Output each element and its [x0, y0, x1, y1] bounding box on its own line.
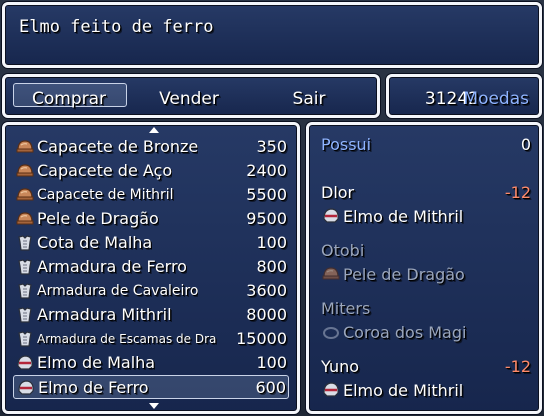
item-name: Armadura de Ferro [37, 257, 187, 276]
actor-name-line: Yuno -12 [321, 355, 531, 379]
actor-name: Dlor [321, 183, 355, 202]
scroll-down-arrow[interactable] [149, 403, 159, 409]
item-name: Cota de Malha [37, 233, 153, 252]
current-equip-line: Elmo de Mithril [321, 205, 531, 229]
possess-label: Possui [321, 135, 372, 154]
command-window: Comprar Vender Sair [2, 74, 380, 118]
item-price: 100 [256, 233, 287, 252]
current-equip-line: Elmo de Mithril [321, 379, 531, 403]
shop-item-row[interactable]: Elmo de Ferro 600 [13, 375, 289, 399]
item-price: 3600 [246, 281, 287, 300]
helm-icon [321, 380, 341, 400]
stat-change: -12 [504, 183, 531, 202]
help-window: Elmo feito de ferro [2, 2, 542, 68]
current-equip-line: Pele de Dragão [321, 263, 531, 287]
armor-icon [15, 281, 35, 301]
buy-command[interactable]: Comprar [13, 87, 125, 111]
actor-name-line: Dlor -12 [321, 181, 531, 205]
item-price: 800 [256, 257, 287, 276]
armor-icon [15, 233, 35, 253]
item-price: 600 [255, 378, 286, 397]
helm-icon [15, 353, 35, 373]
item-name: Pele de Dragão [37, 209, 159, 228]
crown-icon [321, 322, 341, 342]
possess-value: 0 [520, 135, 531, 154]
item-price: 9500 [246, 209, 287, 228]
item-name: Elmo de Malha [37, 353, 156, 372]
item-price: 350 [256, 137, 287, 156]
shop-item-row[interactable]: Pele de Dragão 9500 [13, 207, 289, 231]
item-price: 8000 [246, 305, 287, 324]
helmet-icon [15, 209, 35, 229]
helm-icon [16, 378, 36, 398]
item-price: 2400 [246, 161, 287, 180]
shop-item-row[interactable]: Capacete de Mithril 5500 [13, 183, 289, 207]
help-text: Elmo feito de ferro [19, 17, 214, 37]
helmet-icon [15, 185, 35, 205]
actor-name-line: Otobi [321, 239, 531, 263]
helmet-icon [15, 137, 35, 157]
item-name: Capacete de Bronze [37, 137, 199, 156]
item-name: Armadura de Cavaleiro [37, 283, 199, 299]
current-equip-name: Elmo de Mithril [343, 207, 464, 226]
shop-item-row[interactable]: Armadura Mithril 8000 [13, 303, 289, 327]
current-equip-name: Coroa dos Magi [343, 323, 467, 342]
item-price: 100 [256, 353, 287, 372]
exit-command[interactable]: Sair [253, 87, 365, 111]
helmet-icon [15, 161, 35, 181]
item-name: Elmo de Ferro [38, 378, 149, 397]
item-name: Armadura Mithril [37, 305, 172, 324]
shop-item-row[interactable]: Armadura de Cavaleiro 3600 [13, 279, 289, 303]
actor-name: Miters [321, 299, 371, 318]
armor-icon [15, 329, 35, 349]
shop-item-row[interactable]: Elmo de Malha 100 [13, 351, 289, 375]
current-equip-line: Coroa dos Magi [321, 321, 531, 345]
actor-name: Yuno [321, 357, 360, 376]
shop-item-row[interactable]: Armadura de Ferro 800 [13, 255, 289, 279]
item-name: Armadura de Escamas de Dragão [37, 332, 217, 346]
item-name: Capacete de Mithril [37, 187, 174, 203]
current-equip-name: Pele de Dragão [343, 265, 465, 284]
possess-line: Possui 0 [321, 133, 531, 157]
actor-name: Otobi [321, 241, 365, 260]
stat-change: -12 [504, 357, 531, 376]
helm-icon [321, 206, 341, 226]
sell-command[interactable]: Vender [133, 87, 245, 111]
shop-item-list: Capacete de Bronze 350 Capacete de Aço 2400… [2, 122, 300, 414]
shop-item-row[interactable]: Capacete de Aço 2400 [13, 159, 289, 183]
item-price: 15000 [236, 329, 287, 348]
item-price: 5500 [246, 185, 287, 204]
item-name: Capacete de Aço [37, 161, 173, 180]
armor-icon [15, 305, 35, 325]
shop-item-row[interactable]: Capacete de Bronze 350 [13, 135, 289, 159]
gold-window: 31242 Moedas [386, 74, 542, 118]
shop-item-row[interactable]: Armadura de Escamas de Dragão 15000 [13, 327, 289, 351]
current-equip-name: Elmo de Mithril [343, 381, 464, 400]
status-window: Possui 0 Dlor -12 Elmo de Mithril Otobi Pele… [306, 122, 542, 414]
armor-icon [15, 257, 35, 277]
currency-unit: Moedas [463, 89, 529, 109]
helmet-icon [321, 264, 341, 284]
shop-item-row[interactable]: Cota de Malha 100 [13, 231, 289, 255]
scroll-up-arrow[interactable] [149, 127, 159, 133]
actor-name-line: Miters [321, 297, 531, 321]
